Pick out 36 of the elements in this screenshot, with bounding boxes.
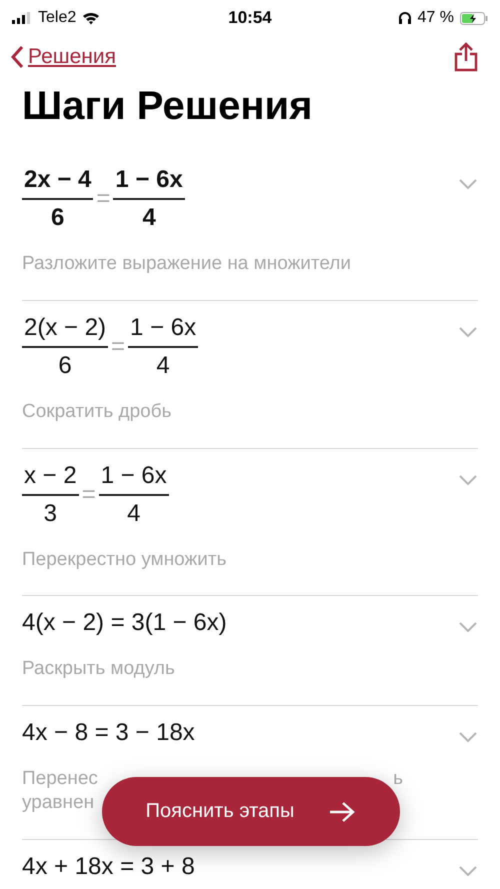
back-chevron-icon xyxy=(10,45,24,69)
equals-sign: = xyxy=(96,185,110,213)
equation: 4(x − 2) = 3(1 − 6x) xyxy=(22,609,227,638)
chevron-icon[interactable] xyxy=(458,731,478,743)
chevron-icon[interactable] xyxy=(458,621,478,634)
arrow-right-icon xyxy=(328,800,356,822)
equation: 4x − 8 = 3 − 18x xyxy=(22,719,195,747)
back-link[interactable]: Решения xyxy=(10,45,116,69)
signal-icon xyxy=(12,12,32,24)
wifi-icon xyxy=(82,11,100,25)
fraction: 2(x − 2) 6 xyxy=(22,314,108,380)
chevron-icon[interactable] xyxy=(458,864,478,876)
equals-sign: = xyxy=(82,480,96,508)
fraction: 1 − 6x 4 xyxy=(98,462,169,528)
chevron-icon[interactable] xyxy=(458,178,478,190)
fraction: x − 2 3 xyxy=(22,462,79,528)
step-description: Перенес xyxy=(22,767,98,791)
step-description: уравнен xyxy=(22,790,94,814)
fraction: 1 − 6x 4 xyxy=(113,166,185,232)
battery-percent: 47 % xyxy=(418,9,454,27)
chevron-icon[interactable] xyxy=(458,474,478,486)
carrier-name: Tele2 xyxy=(38,9,76,27)
battery-icon xyxy=(460,12,488,24)
clock-time: 10:54 xyxy=(228,8,272,28)
headphones-icon xyxy=(398,11,412,25)
page-title: Шаги Решения xyxy=(22,84,314,129)
equals-sign: = xyxy=(111,332,126,361)
equation: 4x + 18x = 3 + 8 xyxy=(22,852,195,880)
step-description: Сократить дробь xyxy=(22,400,172,424)
step-description: Разложите выражение на множители xyxy=(22,252,352,276)
fraction: 2x − 4 6 xyxy=(22,166,94,232)
step-description: Перекрестно умножить xyxy=(22,548,226,572)
step-description: Раскрыть модуль xyxy=(22,657,175,681)
fraction: 1 − 6x 4 xyxy=(128,314,198,380)
share-icon[interactable] xyxy=(454,42,478,72)
chevron-icon[interactable] xyxy=(458,326,478,338)
